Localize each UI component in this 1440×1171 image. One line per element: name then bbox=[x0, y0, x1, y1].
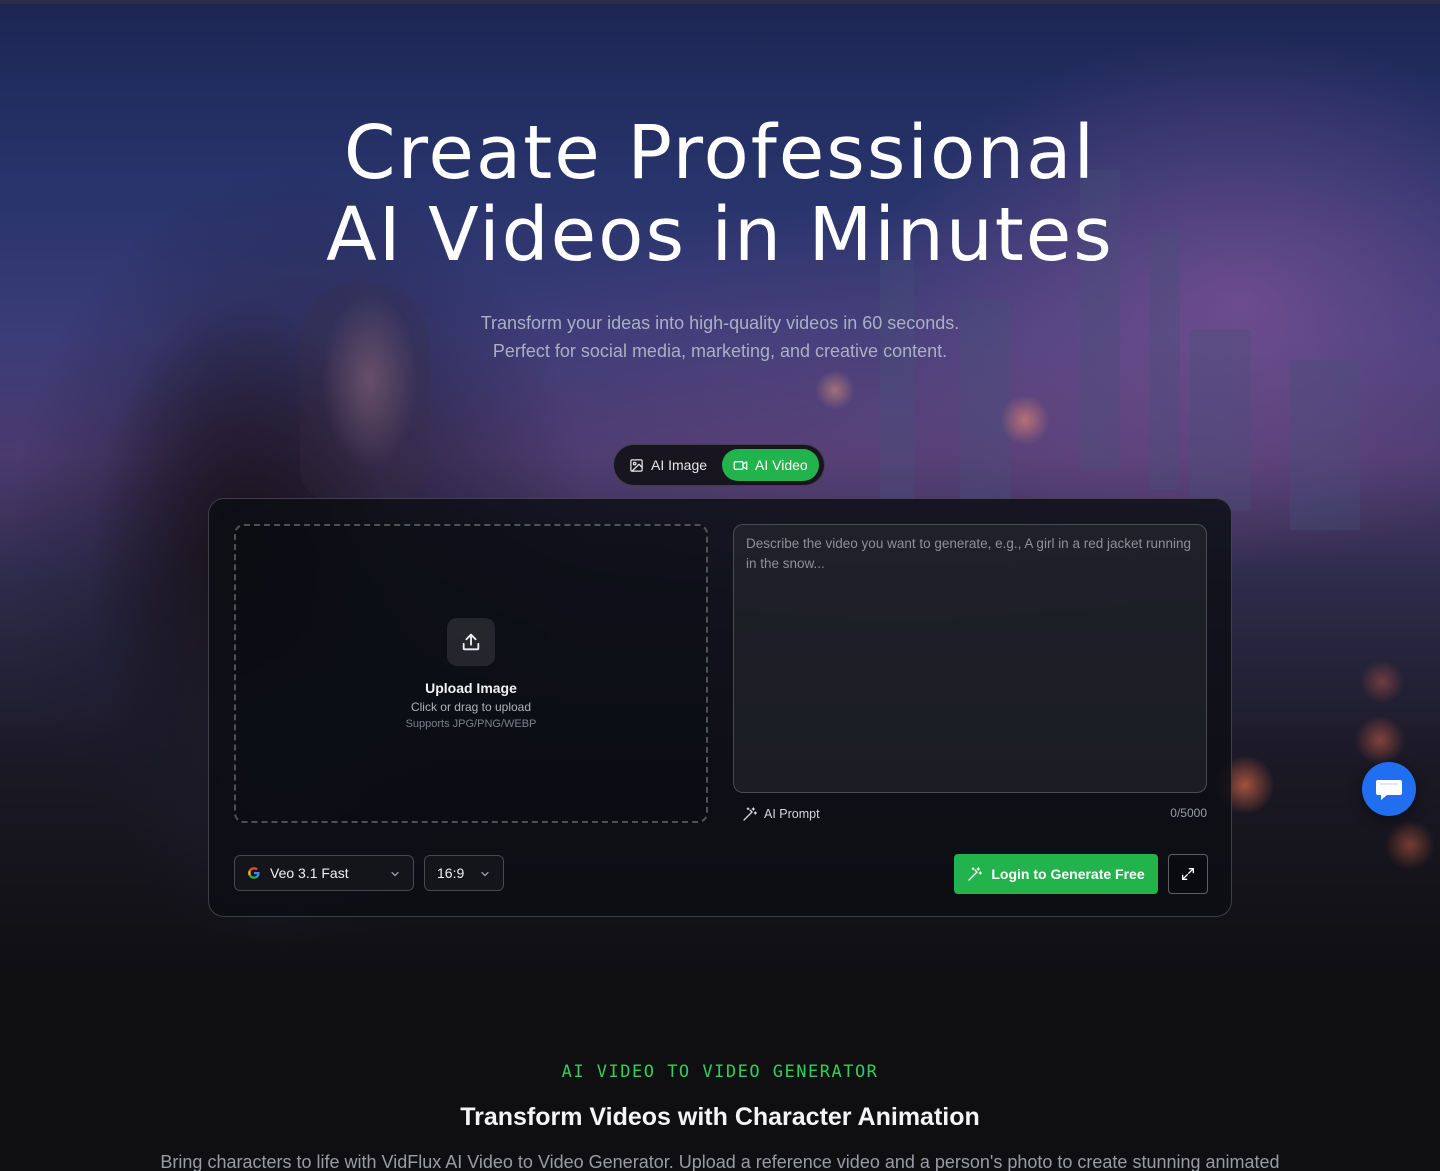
bokeh-light bbox=[1000, 395, 1050, 445]
character-count: 0/5000 bbox=[1170, 806, 1207, 820]
image-icon bbox=[630, 458, 643, 472]
bokeh-light bbox=[1360, 660, 1404, 704]
expand-icon bbox=[1182, 868, 1194, 880]
ai-prompt-label: AI Prompt bbox=[764, 807, 820, 821]
upload-icon bbox=[462, 633, 480, 650]
login-to-generate-button[interactable]: Login to Generate Free bbox=[954, 854, 1158, 894]
upload-title: Upload Image bbox=[425, 679, 517, 696]
ai-prompt-button[interactable]: AI Prompt bbox=[742, 806, 820, 822]
hero-title-line-1: Create Professional bbox=[343, 110, 1097, 196]
hero-title: Create Professional AI Videos in Minutes bbox=[0, 112, 1440, 276]
chat-widget-button[interactable] bbox=[1362, 762, 1416, 816]
section-title: Transform Videos with Character Animatio… bbox=[460, 1103, 980, 1131]
chevron-down-icon bbox=[391, 871, 399, 877]
upload-hint: Click or drag to upload bbox=[410, 699, 532, 714]
magic-wand-icon bbox=[968, 867, 983, 881]
generate-button-label: Login to Generate Free bbox=[991, 866, 1145, 882]
prompt-box bbox=[733, 524, 1207, 793]
skyline-tower bbox=[880, 260, 914, 500]
mode-switch: AI Image AI Video bbox=[613, 444, 825, 486]
upload-icon-container bbox=[447, 617, 495, 666]
bokeh-light bbox=[1355, 715, 1405, 765]
hero-subtitle-line-2: Perfect for social media, marketing, and… bbox=[492, 341, 948, 361]
aspect-ratio-select[interactable]: 16:9 bbox=[424, 855, 504, 891]
model-select-value: Veo 3.1 Fast bbox=[270, 865, 349, 881]
hero-subtitle-line-1: Transform your ideas into high-quality v… bbox=[480, 313, 960, 333]
chat-icon bbox=[1376, 780, 1402, 800]
section-description: Bring characters to life with VidFlux AI… bbox=[160, 1152, 1280, 1171]
tab-ai-video[interactable]: AI Video bbox=[722, 449, 819, 481]
upload-formats: Supports JPG/PNG/WEBP bbox=[405, 717, 537, 730]
google-logo-icon bbox=[248, 867, 260, 879]
bokeh-light bbox=[1385, 820, 1435, 870]
hero-title-line-2: AI Videos in Minutes bbox=[326, 192, 1114, 278]
video-camera-icon bbox=[733, 460, 748, 470]
tab-ai-image[interactable]: AI Image bbox=[618, 449, 718, 481]
skyline-tower bbox=[1290, 360, 1360, 530]
upload-dropzone[interactable]: Upload Image Click or drag to upload Sup… bbox=[234, 524, 708, 823]
tab-ai-video-label: AI Video bbox=[755, 457, 808, 473]
magic-wand-icon bbox=[743, 807, 757, 821]
generator-panel: Upload Image Click or drag to upload Sup… bbox=[208, 498, 1232, 917]
tab-ai-image-label: AI Image bbox=[651, 457, 708, 473]
model-select[interactable]: Veo 3.1 Fast bbox=[234, 855, 414, 891]
prompt-input[interactable] bbox=[734, 525, 1206, 792]
aspect-ratio-value: 16:9 bbox=[437, 865, 465, 881]
top-border bbox=[0, 0, 1440, 4]
hero-subtitle: Transform your ideas into high-quality v… bbox=[0, 309, 1440, 365]
section-eyebrow: AI VIDEO TO VIDEO GENERATOR bbox=[561, 1062, 879, 1082]
chevron-down-icon bbox=[481, 871, 489, 877]
bokeh-light bbox=[815, 370, 855, 410]
expand-button[interactable] bbox=[1168, 854, 1208, 894]
